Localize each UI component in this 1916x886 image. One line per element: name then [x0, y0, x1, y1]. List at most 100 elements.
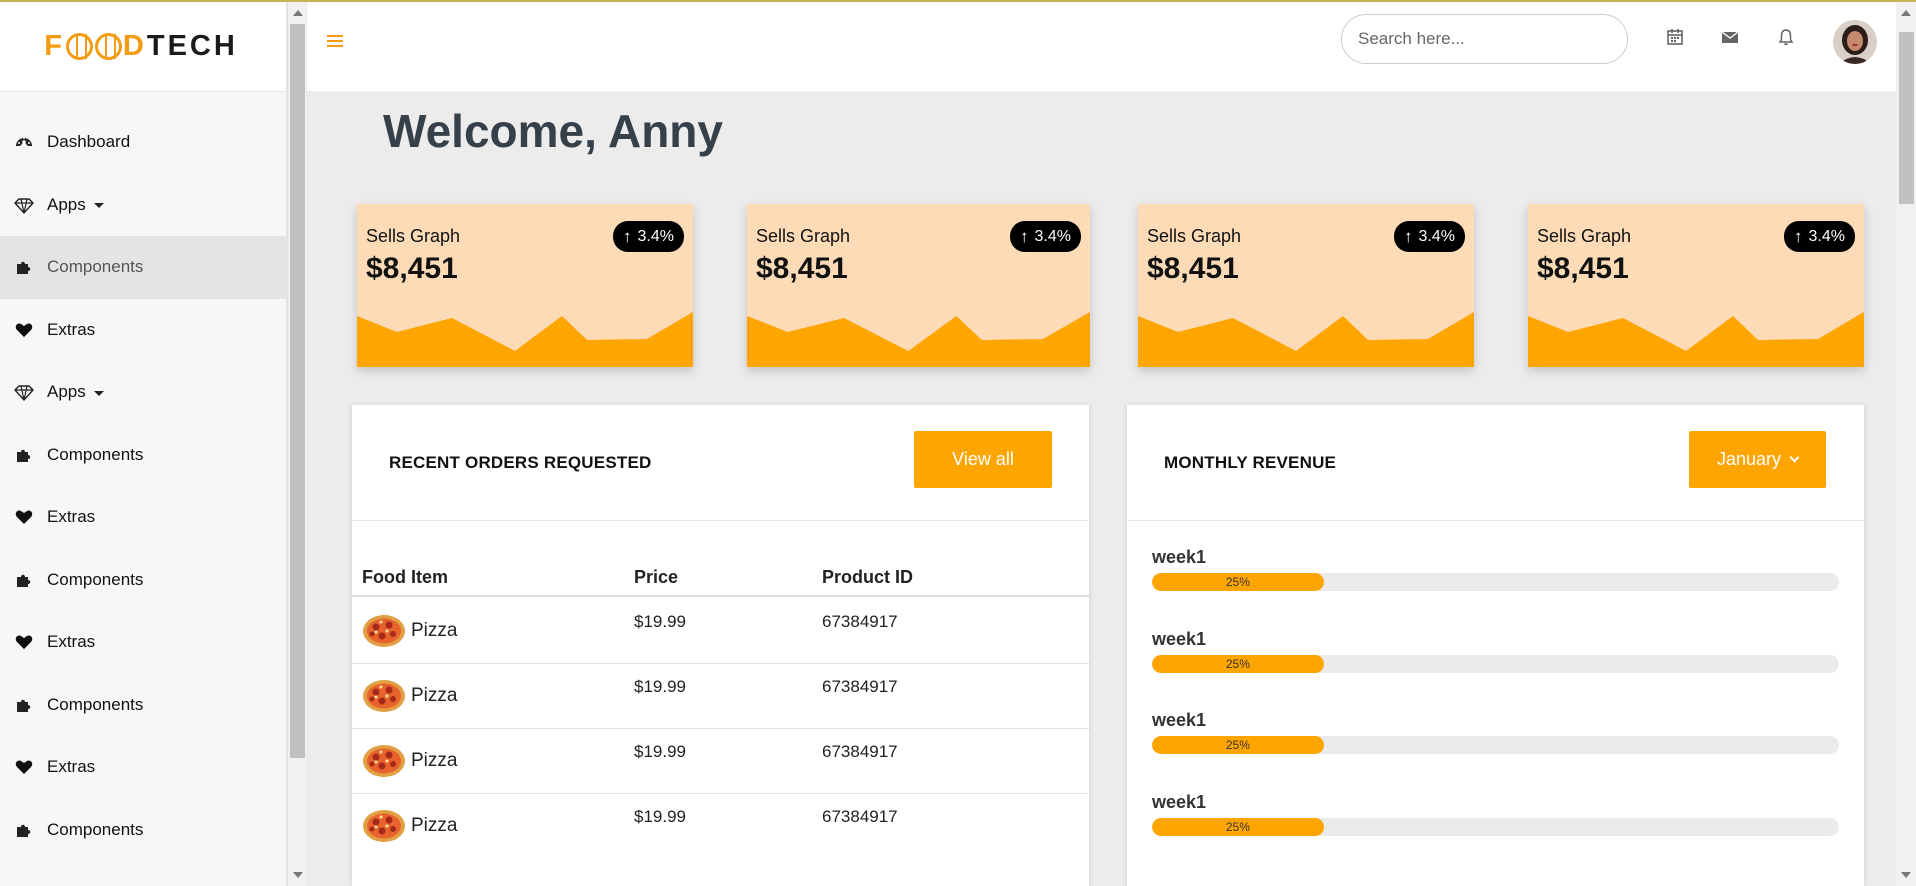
- card-label: Sells Graph: [756, 226, 851, 246]
- week-label: week1: [1152, 791, 1207, 812]
- hamburger-menu-icon[interactable]: [327, 35, 343, 47]
- sidebar-item-label: Components: [47, 569, 144, 589]
- sparkline-area-chart: [1138, 312, 1474, 367]
- card-label: Sells Graph: [366, 226, 461, 246]
- month-dropdown[interactable]: January: [1689, 431, 1826, 488]
- card-label: Sells Graph: [1147, 226, 1242, 246]
- sidebar-item-label: Components: [47, 444, 144, 464]
- chevron-down-icon: [1789, 452, 1800, 463]
- sparkline-area-chart: [357, 312, 693, 367]
- view-all-button[interactable]: View all: [914, 431, 1052, 488]
- change-badge: ↑ 3.4%: [613, 221, 684, 252]
- pizza-image: [363, 615, 405, 647]
- orders-table-header: Food Item Price Product ID: [352, 557, 1089, 597]
- sidebar-item-label: Extras: [47, 507, 96, 527]
- progress-track: 25%: [1152, 654, 1839, 673]
- welcome-heading: Welcome, Anny: [383, 105, 723, 157]
- sidebar-item-apps[interactable]: Apps: [0, 361, 286, 424]
- change-value: 3.4%: [1418, 227, 1455, 245]
- sparkline-area-chart: [747, 312, 1090, 367]
- column-header-price: Price: [634, 567, 679, 587]
- sidebar-item-components[interactable]: Components: [0, 236, 286, 299]
- table-row[interactable]: Pizza $19.99 67384917: [352, 794, 1089, 859]
- item-price: $19.99: [634, 677, 686, 696]
- arrow-up-icon: ↑: [1404, 226, 1413, 246]
- sells-graph-card[interactable]: Sells Graph $8,451 ↑ 3.4%: [357, 204, 693, 367]
- search-input[interactable]: [1341, 14, 1628, 64]
- progress-fill: 25%: [1152, 654, 1324, 673]
- change-value: 3.4%: [1034, 227, 1071, 245]
- scroll-up-arrow-icon[interactable]: [293, 10, 303, 16]
- sidebar-item-extras[interactable]: Extras: [0, 736, 286, 799]
- table-row[interactable]: Pizza $19.99 67384917: [352, 599, 1089, 664]
- month-dropdown-label: January: [1716, 449, 1782, 469]
- card-value: $8,451: [1147, 252, 1239, 285]
- week-label: week1: [1152, 628, 1207, 649]
- sells-graph-card[interactable]: Sells Graph $8,451 ↑ 3.4%: [747, 204, 1090, 367]
- progress-fill: 25%: [1152, 736, 1324, 754]
- sidebar-item-label: Apps: [47, 194, 86, 214]
- page-scrollbar[interactable]: [1896, 2, 1916, 886]
- dashboard-icon: [14, 132, 34, 152]
- user-avatar[interactable]: [1833, 20, 1877, 64]
- item-price: $19.99: [634, 807, 686, 826]
- sidebar-item-extras[interactable]: Extras: [0, 299, 286, 362]
- sidebar-item-components[interactable]: Components: [0, 549, 286, 612]
- envelope-icon[interactable]: [1720, 27, 1740, 47]
- week-progress-item: week1 25%: [1152, 547, 1839, 607]
- logo-o-icon: [94, 33, 122, 60]
- sidebar-item-apps[interactable]: Apps: [0, 174, 286, 237]
- sidebar-item-label: Dashboard: [47, 132, 131, 152]
- top-header: [307, 2, 1896, 91]
- change-badge: ↑ 3.4%: [1010, 221, 1081, 252]
- logo-letter-f: F: [44, 30, 65, 62]
- week-progress-item: week1 25%: [1152, 710, 1839, 770]
- week-label: week1: [1152, 547, 1207, 567]
- sidebar-item-extras[interactable]: Extras: [0, 611, 286, 674]
- change-badge: ↑ 3.4%: [1784, 221, 1855, 252]
- sidebar-item-extras[interactable]: Extras: [0, 486, 286, 549]
- logo-o-icon: [65, 33, 93, 60]
- bell-icon[interactable]: [1776, 27, 1796, 47]
- scrollbar-thumb[interactable]: [290, 24, 305, 758]
- sidebar-item-label: Components: [47, 819, 144, 839]
- product-id: 67384917: [822, 677, 898, 696]
- card-label: Sells Graph: [1537, 226, 1632, 246]
- monthly-revenue-panel: MONTHLY REVENUE January week1 25% week1 25%…: [1127, 405, 1864, 886]
- diamond-icon: [14, 195, 34, 215]
- sidebar-item-components[interactable]: Components: [0, 424, 286, 487]
- puzzle-icon: [14, 820, 34, 840]
- recent-orders-panel: RECENT ORDERS REQUESTED View all Food It…: [352, 405, 1089, 886]
- sidebar-item-label: Apps: [47, 382, 86, 402]
- sparkline-area-chart: [1528, 312, 1864, 367]
- sells-graph-card[interactable]: Sells Graph $8,451 ↑ 3.4%: [1138, 204, 1474, 367]
- progress-track: 25%: [1152, 736, 1839, 754]
- scroll-down-arrow-icon[interactable]: [1901, 872, 1911, 878]
- progress-fill: 25%: [1152, 573, 1324, 591]
- sidebar-item-dashboard[interactable]: Dashboard: [0, 111, 286, 174]
- table-row[interactable]: Pizza $19.99 67384917: [352, 664, 1089, 729]
- sidebar-item-components[interactable]: Components: [0, 799, 286, 862]
- calendar-icon[interactable]: [1665, 27, 1685, 47]
- pizza-image: [363, 810, 405, 842]
- pizza-image: [363, 745, 405, 777]
- scrollbar-thumb[interactable]: [1899, 32, 1914, 204]
- arrow-up-icon: ↑: [623, 226, 632, 246]
- sidebar-item-components[interactable]: Components: [0, 674, 286, 737]
- progress-fill: 25%: [1152, 817, 1324, 836]
- scroll-up-arrow-icon[interactable]: [1901, 10, 1911, 16]
- arrow-up-icon: ↑: [1020, 226, 1029, 246]
- scroll-down-arrow-icon[interactable]: [293, 872, 303, 878]
- change-value: 3.4%: [1808, 227, 1845, 245]
- puzzle-icon: [14, 695, 34, 715]
- food-item-name: Pizza: [411, 815, 458, 836]
- puzzle-icon: [14, 257, 34, 277]
- foodtech-logo[interactable]: F D TECH: [44, 30, 238, 63]
- table-row[interactable]: Pizza $19.99 67384917: [352, 729, 1089, 794]
- product-id: 67384917: [822, 612, 898, 631]
- diamond-icon: [14, 382, 34, 402]
- week-progress-item: week1 25%: [1152, 629, 1839, 689]
- arrow-up-icon: ↑: [1794, 226, 1803, 246]
- sidebar-scrollbar[interactable]: [287, 2, 306, 886]
- sells-graph-card[interactable]: Sells Graph $8,451 ↑ 3.4%: [1528, 204, 1864, 367]
